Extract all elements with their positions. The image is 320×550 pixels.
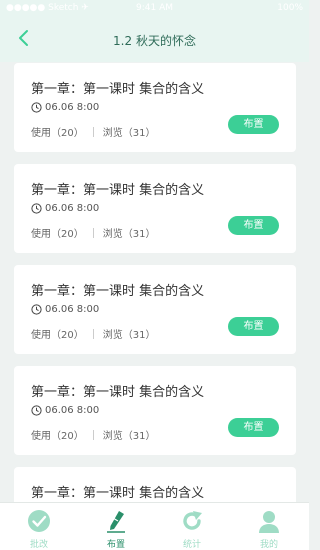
assign-button[interactable]: 布置: [228, 115, 279, 134]
refresh-arrow-icon: [183, 511, 202, 530]
clock-icon: [31, 405, 42, 416]
card-title: 第一章：第一课时 集合的含义: [31, 385, 205, 400]
assign-button[interactable]: 布置: [228, 418, 279, 437]
tab-grading[interactable]: 批改: [8, 503, 70, 550]
card-date: 06.06 8:00: [31, 203, 99, 214]
list-item[interactable]: 第一章：第一课时 集合的含义: [14, 467, 296, 502]
page-title: 1.2 秋天的怀念: [113, 34, 196, 48]
tab-label: 批改: [29, 540, 48, 550]
clock: 9:41 AM: [136, 3, 173, 13]
card-title: 第一章：第一课时 集合的含义: [31, 284, 205, 299]
assign-button[interactable]: 布置: [228, 216, 279, 235]
pen-icon: [107, 511, 125, 533]
date-text: 06.06 8:00: [45, 405, 100, 416]
used-count: 使用（20）: [31, 128, 84, 139]
tab-bar: 批改 布置 统计 我的: [0, 502, 309, 550]
divider: [92, 126, 94, 137]
card-stats: 使用（20） 浏览（31）: [31, 427, 155, 442]
battery-label: 100%: [277, 3, 303, 13]
date-text: 06.06 8:00: [45, 203, 100, 214]
view-count: 浏览（31）: [102, 229, 156, 240]
list-item[interactable]: 第一章：第一课时 集合的含义 06.06 8:00 使用（20） 浏览（31） …: [14, 366, 296, 455]
view-count: 浏览（31）: [102, 431, 156, 442]
clock-icon: [31, 102, 42, 113]
clock-icon: [31, 304, 42, 315]
card-date: 06.06 8:00: [31, 102, 99, 113]
used-count: 使用（20）: [31, 229, 84, 240]
tab-label: 布置: [106, 540, 125, 550]
tab-label: 我的: [259, 540, 278, 550]
divider: [92, 429, 94, 440]
status-bar: ●●●●● Sketch ✈ 9:41 AM 100%: [0, 0, 309, 16]
check-circle-icon: [28, 510, 50, 532]
divider: [92, 227, 94, 238]
tab-assign[interactable]: 布置: [85, 503, 147, 550]
person-icon: [259, 511, 279, 533]
assignment-list[interactable]: 第一章：第一课时 集合的含义 06.06 8:00 使用（20） 浏览（31） …: [0, 62, 309, 502]
used-count: 使用（20）: [31, 431, 84, 442]
tab-statistics[interactable]: 统计: [161, 503, 223, 550]
card-stats: 使用（20） 浏览（31）: [31, 225, 155, 240]
list-item[interactable]: 第一章：第一课时 集合的含义 06.06 8:00 使用（20） 浏览（31） …: [14, 265, 296, 354]
card-stats: 使用（20） 浏览（31）: [31, 124, 155, 139]
tab-profile[interactable]: 我的: [238, 503, 300, 550]
list-item[interactable]: 第一章：第一课时 集合的含义 06.06 8:00 使用（20） 浏览（31） …: [14, 164, 296, 253]
card-title: 第一章：第一课时 集合的含义: [31, 183, 205, 198]
clock-icon: [31, 203, 42, 214]
date-text: 06.06 8:00: [45, 304, 100, 315]
used-count: 使用（20）: [31, 330, 84, 341]
tab-label: 统计: [182, 540, 201, 550]
list-item[interactable]: 第一章：第一课时 集合的含义 06.06 8:00 使用（20） 浏览（31） …: [14, 63, 296, 152]
nav-bar: 1.2 秋天的怀念: [0, 22, 309, 56]
top-bar: ●●●●● Sketch ✈ 9:41 AM 100% 1.2 秋天的怀念: [0, 0, 309, 62]
card-stats: 使用（20） 浏览（31）: [31, 326, 155, 341]
card-date: 06.06 8:00: [31, 304, 99, 315]
card-title: 第一章：第一课时 集合的含义: [31, 486, 205, 501]
view-count: 浏览（31）: [102, 330, 156, 341]
assign-button[interactable]: 布置: [228, 317, 279, 336]
date-text: 06.06 8:00: [45, 102, 100, 113]
divider: [92, 328, 94, 339]
view-count: 浏览（31）: [102, 128, 156, 139]
card-date: 06.06 8:00: [31, 405, 99, 416]
card-title: 第一章：第一课时 集合的含义: [31, 82, 205, 97]
